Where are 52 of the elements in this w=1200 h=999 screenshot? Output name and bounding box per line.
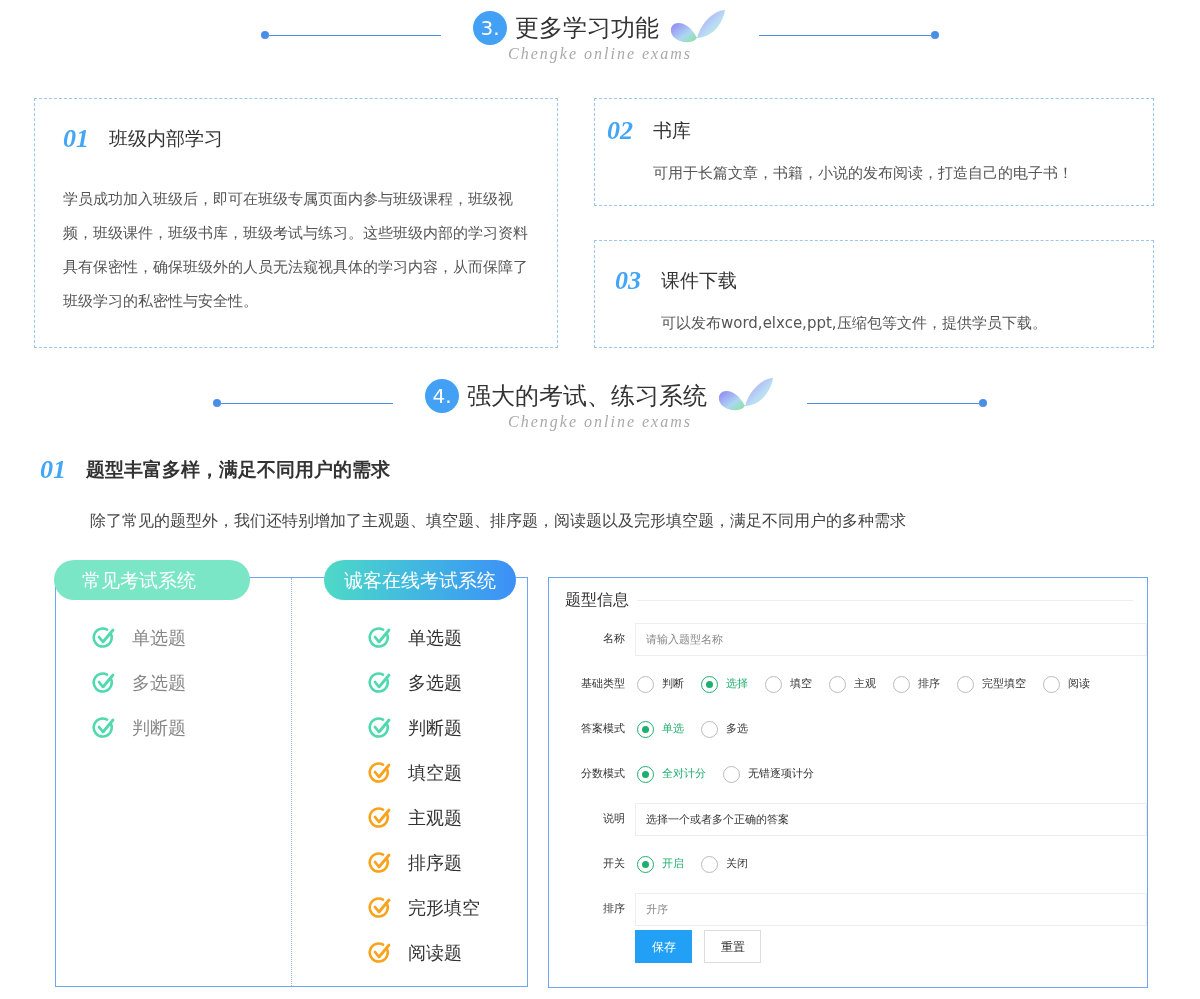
field-label: 名称 — [602, 630, 625, 647]
feature-number: 02 — [607, 115, 633, 147]
feature-title: 班级内部学习 — [109, 126, 223, 152]
form-title: 题型信息 — [565, 589, 629, 611]
feature-number: 01 — [63, 123, 89, 155]
radio-option[interactable]: 无错逐项计分 — [723, 765, 814, 783]
section-number-badge: 4. — [425, 379, 459, 413]
input-field[interactable]: 升序 — [635, 892, 1147, 926]
question-type-label: 完形填空 — [408, 896, 480, 920]
feature-title: 课件下载 — [661, 268, 737, 294]
column-header-pill: 诚客在线考试系统 — [324, 560, 516, 600]
field-label: 分数模式 — [580, 765, 625, 782]
radio-option[interactable]: 排序 — [893, 675, 940, 693]
section-subtitle: Chengke online exams — [508, 46, 692, 62]
radio-option[interactable]: 判断 — [637, 675, 684, 693]
radio-option[interactable]: 阅读 — [1043, 675, 1090, 693]
question-type-label: 主观题 — [408, 806, 462, 830]
radio-option[interactable]: 关闭 — [701, 855, 748, 873]
feature-description: 可用于长篇文章，书籍，小说的发布阅读，打造自己的电子书！ — [653, 163, 1074, 184]
question-type-label: 判断题 — [408, 716, 462, 740]
input-field[interactable]: 请输入题型名称 — [635, 622, 1147, 656]
feature-description: 学员成功加入班级后，即可在班级专属页面内参与班级课程，班级视频，班级课件，班级书库，班级考试与练习。这些班级内部的学习资料具有保密性，确保班级外的人员无法窥视具体的学习内容，从而保障了班级学习的私密性与安全性。 — [63, 189, 529, 312]
section-title: 更多学习功能 — [515, 13, 659, 43]
question-type-label: 多选题 — [408, 671, 462, 695]
field-label: 排序 — [602, 900, 625, 917]
feature-title: 书库 — [653, 118, 691, 144]
question-type-label: 判断题 — [132, 716, 186, 740]
question-type-label: 多选题 — [132, 671, 186, 695]
feature-number: 03 — [615, 265, 641, 297]
question-type-label: 单选题 — [408, 626, 462, 650]
radio-option[interactable]: 多选 — [701, 720, 748, 738]
question-type-label: 单选题 — [132, 626, 186, 650]
radio-option[interactable]: 完型填空 — [957, 675, 1026, 693]
feature-number: 01 — [40, 454, 66, 486]
radio-option[interactable]: 填空 — [765, 675, 812, 693]
field-label: 基础类型 — [580, 675, 625, 692]
column-header-pill: 常见考试系统 — [54, 560, 250, 600]
question-type-label: 填空题 — [408, 761, 462, 785]
input-field[interactable]: 选择一个或者多个正确的答案 — [635, 802, 1147, 836]
field-label: 说明 — [602, 810, 625, 827]
section-number-badge: 3. — [473, 11, 507, 45]
radio-option[interactable]: 主观 — [829, 675, 876, 693]
section-title: 强大的考试、练习系统 — [467, 381, 707, 411]
feature-title: 题型丰富多样，满足不同用户的需求 — [86, 457, 390, 483]
feature-description: 可以发布word,elxce,ppt,压缩包等文件，提供学员下载。 — [661, 313, 1048, 334]
question-type-label: 阅读题 — [408, 941, 462, 965]
question-type-label: 排序题 — [408, 851, 462, 875]
reset-button[interactable]: 重置 — [704, 930, 761, 963]
field-label: 答案模式 — [580, 720, 625, 737]
feature-description: 除了常见的题型外，我们还特别增加了主观题、填空题、排序题，阅读题以及完形填空题，满足不同用户的多种需求 — [90, 510, 907, 532]
field-label: 开关 — [602, 855, 625, 872]
section-subtitle: Chengke online exams — [508, 414, 692, 430]
